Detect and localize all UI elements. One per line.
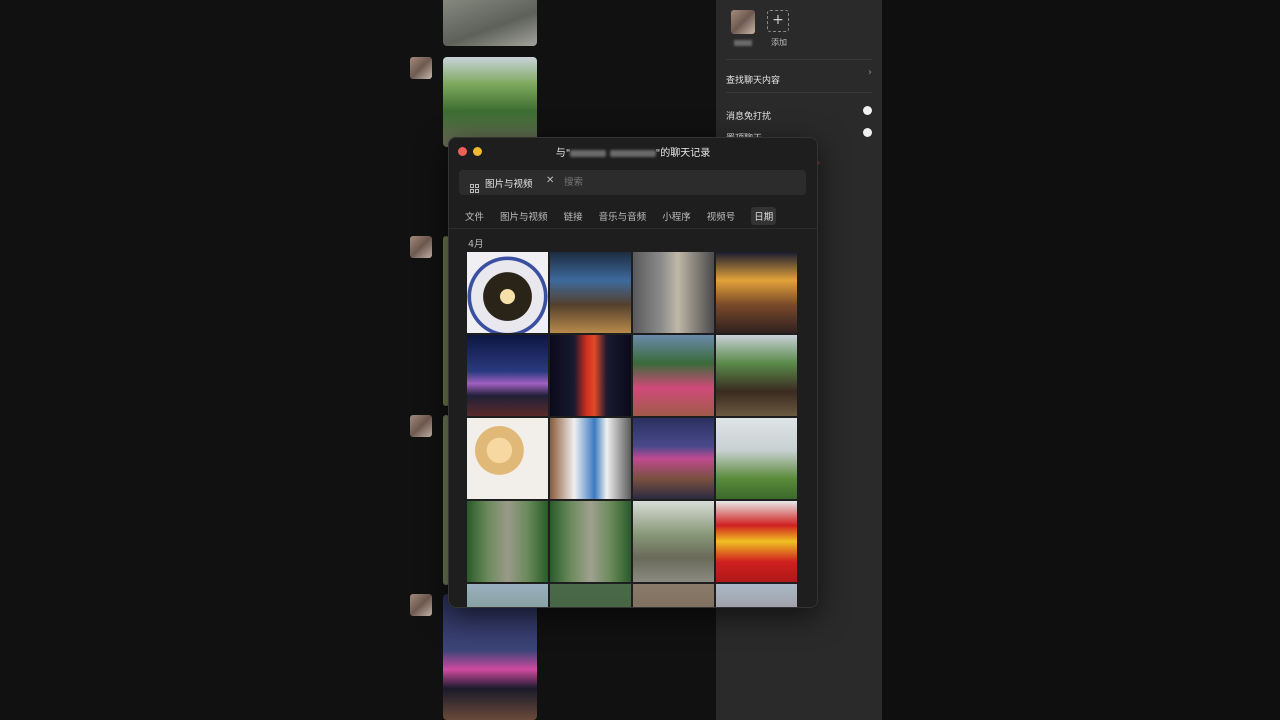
tab-mini-programs[interactable]: 小程序 bbox=[662, 209, 691, 223]
mute-toggle[interactable] bbox=[863, 106, 872, 115]
chat-history-window: 与" "的聊天记录 图片与视频 ✕ 文件 图片与视频 链接 音乐与音频 小程序 … bbox=[448, 137, 818, 608]
mute-notifications-row: 消息免打扰 bbox=[726, 104, 872, 122]
tab-music-audio[interactable]: 音乐与音频 bbox=[599, 209, 647, 223]
tab-links[interactable]: 链接 bbox=[564, 209, 583, 223]
chevron-right-icon: › bbox=[868, 67, 872, 78]
category-tabs: 文件 图片与视频 链接 音乐与音频 小程序 视频号 日期 bbox=[465, 207, 789, 225]
plus-icon: + bbox=[772, 12, 784, 28]
member-avatar[interactable] bbox=[731, 10, 755, 34]
search-chat-content-label: 查找聊天内容 bbox=[726, 76, 781, 86]
media-thumbnail[interactable] bbox=[467, 584, 548, 607]
tab-files[interactable]: 文件 bbox=[465, 209, 484, 223]
contact-avatar[interactable] bbox=[410, 57, 432, 79]
window-title: 与" "的聊天记录 bbox=[449, 144, 817, 159]
media-thumbnail[interactable] bbox=[467, 335, 548, 416]
title-suffix: "的聊天记录 bbox=[655, 148, 711, 159]
tab-photos-videos[interactable]: 图片与视频 bbox=[500, 209, 548, 223]
divider bbox=[726, 59, 872, 60]
add-member-label: 添加 bbox=[771, 38, 787, 47]
media-thumbnail[interactable] bbox=[467, 252, 548, 333]
contact-avatar[interactable] bbox=[410, 236, 432, 258]
media-thumbnail[interactable] bbox=[467, 418, 548, 499]
blurred-contact-name bbox=[609, 149, 656, 157]
media-thumbnail[interactable] bbox=[716, 335, 797, 416]
chat-image[interactable] bbox=[443, 57, 537, 147]
clear-filter-icon[interactable]: ✕ bbox=[546, 175, 554, 186]
media-thumbnail[interactable] bbox=[467, 501, 548, 582]
search-bar[interactable]: 图片与视频 ✕ bbox=[459, 170, 806, 195]
media-thumbnail[interactable] bbox=[633, 584, 714, 607]
media-thumbnail[interactable] bbox=[716, 584, 797, 607]
add-member-button[interactable]: + bbox=[767, 10, 789, 32]
mute-notifications-label: 消息免打扰 bbox=[726, 112, 772, 122]
media-thumbnail[interactable] bbox=[633, 501, 714, 582]
filter-chip-label: 图片与视频 bbox=[485, 179, 533, 190]
media-thumbnail[interactable] bbox=[633, 335, 714, 416]
pin-toggle[interactable] bbox=[863, 128, 872, 137]
search-chat-content-row[interactable]: 查找聊天内容 › bbox=[726, 67, 872, 86]
member-name-blurred bbox=[734, 40, 752, 46]
tab-date[interactable]: 日期 bbox=[751, 207, 777, 225]
media-thumbnail[interactable] bbox=[716, 501, 797, 582]
blurred-contact-name bbox=[570, 149, 607, 157]
media-thumbnail[interactable] bbox=[716, 418, 797, 499]
media-thumbnail[interactable] bbox=[633, 252, 714, 333]
media-thumbnail[interactable] bbox=[550, 252, 631, 333]
divider bbox=[726, 92, 872, 93]
media-grid bbox=[467, 252, 800, 607]
media-thumbnail[interactable] bbox=[716, 252, 797, 333]
media-thumbnail[interactable] bbox=[550, 501, 631, 582]
grid-icon bbox=[470, 178, 479, 193]
title-prefix: 与" bbox=[555, 148, 571, 159]
media-thumbnail[interactable] bbox=[550, 418, 631, 499]
contact-avatar[interactable] bbox=[410, 415, 432, 437]
tabs-divider bbox=[449, 228, 817, 229]
search-input[interactable] bbox=[564, 174, 794, 190]
chat-image[interactable] bbox=[443, 594, 537, 720]
media-thumbnail[interactable] bbox=[550, 584, 631, 607]
month-heading: 4月 bbox=[468, 239, 484, 250]
chat-image[interactable] bbox=[443, 0, 537, 46]
media-thumbnail[interactable] bbox=[633, 418, 714, 499]
media-thumbnail[interactable] bbox=[550, 335, 631, 416]
tab-channels[interactable]: 视频号 bbox=[707, 209, 736, 223]
contact-avatar[interactable] bbox=[410, 594, 432, 616]
